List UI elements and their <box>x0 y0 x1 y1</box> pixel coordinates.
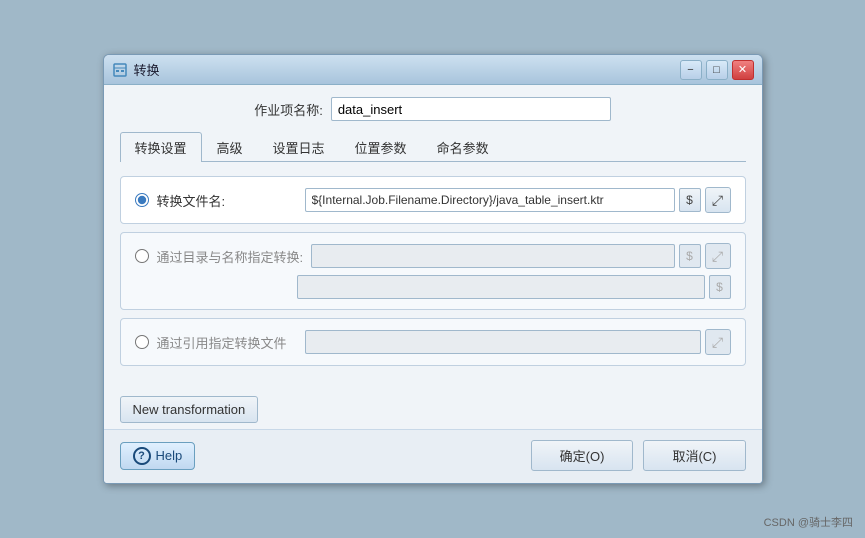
new-transformation-button[interactable]: New transformation <box>120 396 259 423</box>
tab-transform-settings[interactable]: 转换设置 <box>120 132 202 162</box>
minimize-button[interactable]: − <box>680 60 702 80</box>
window-title: 转换 <box>134 60 160 79</box>
footer: ? Help 确定(O) 取消(C) <box>104 429 762 483</box>
ref-input-wrap: ⤢ <box>305 329 731 355</box>
file-input-wrap: $ ⤢ <box>305 187 731 213</box>
ref-radio[interactable] <box>135 335 149 349</box>
window-icon <box>112 62 128 78</box>
file-option-row: 转换文件名: $ ⤢ <box>135 187 731 213</box>
ref-option-label: 通过引用指定转换文件 <box>157 333 297 352</box>
dir-option-section: 通过目录与名称指定转换: $ ⤢ $ <box>120 232 746 310</box>
close-button[interactable]: ✕ <box>732 60 754 80</box>
job-name-row: 作业项名称: <box>120 97 746 121</box>
title-bar: 转换 − □ ✕ <box>104 55 762 85</box>
watermark: CSDN @骑士李四 <box>764 514 853 530</box>
dir-expand-button: ⤢ <box>705 243 731 269</box>
file-path-input[interactable] <box>305 188 675 212</box>
ref-input <box>305 330 701 354</box>
dir-radio[interactable] <box>135 249 149 263</box>
tab-bar: 转换设置 高级 设置日志 位置参数 命名参数 <box>120 131 746 162</box>
file-option-label: 转换文件名: <box>157 191 297 210</box>
dir-sub-dollar-icon: $ <box>709 275 731 299</box>
dir-dollar-icon: $ <box>679 244 701 268</box>
file-radio[interactable] <box>135 193 149 207</box>
confirm-button[interactable]: 确定(O) <box>531 440 634 471</box>
dir-sub-row: $ <box>297 275 731 299</box>
title-bar-left: 转换 <box>112 60 160 79</box>
ref-option-section: 通过引用指定转换文件 ⤢ <box>120 318 746 366</box>
job-name-input[interactable] <box>331 97 611 121</box>
dir-input-wrap: $ ⤢ <box>311 243 730 269</box>
dir-option-row: 通过目录与名称指定转换: $ ⤢ <box>135 243 731 269</box>
ref-option-row: 通过引用指定转换文件 ⤢ <box>135 329 731 355</box>
tab-named-params[interactable]: 命名参数 <box>422 132 504 162</box>
help-circle-icon: ? <box>133 447 151 465</box>
tab-advanced[interactable]: 高级 <box>202 132 258 162</box>
footer-buttons: 确定(O) 取消(C) <box>531 440 746 471</box>
file-option-section: 转换文件名: $ ⤢ <box>120 176 746 224</box>
job-name-label: 作业项名称: <box>254 100 323 119</box>
help-label: Help <box>156 448 183 463</box>
dir-input1[interactable] <box>311 244 674 268</box>
ref-expand-button: ⤢ <box>705 329 731 355</box>
file-dollar-icon[interactable]: $ <box>679 188 701 212</box>
dir-input2 <box>297 275 705 299</box>
bottom-area: New transformation <box>104 388 762 429</box>
restore-button[interactable]: □ <box>706 60 728 80</box>
help-button[interactable]: ? Help <box>120 442 196 470</box>
file-expand-button[interactable]: ⤢ <box>705 187 731 213</box>
tab-position-params[interactable]: 位置参数 <box>340 132 422 162</box>
cancel-button[interactable]: 取消(C) <box>643 440 745 471</box>
main-window: 转换 − □ ✕ 作业项名称: 转换设置 高级 设置日志 位置参数 <box>103 54 763 484</box>
window-controls: − □ ✕ <box>680 60 754 80</box>
tab-log-settings[interactable]: 设置日志 <box>258 132 340 162</box>
content-area: 作业项名称: 转换设置 高级 设置日志 位置参数 命名参数 <box>104 85 762 388</box>
dir-option-label: 通过目录与名称指定转换: <box>157 247 304 266</box>
